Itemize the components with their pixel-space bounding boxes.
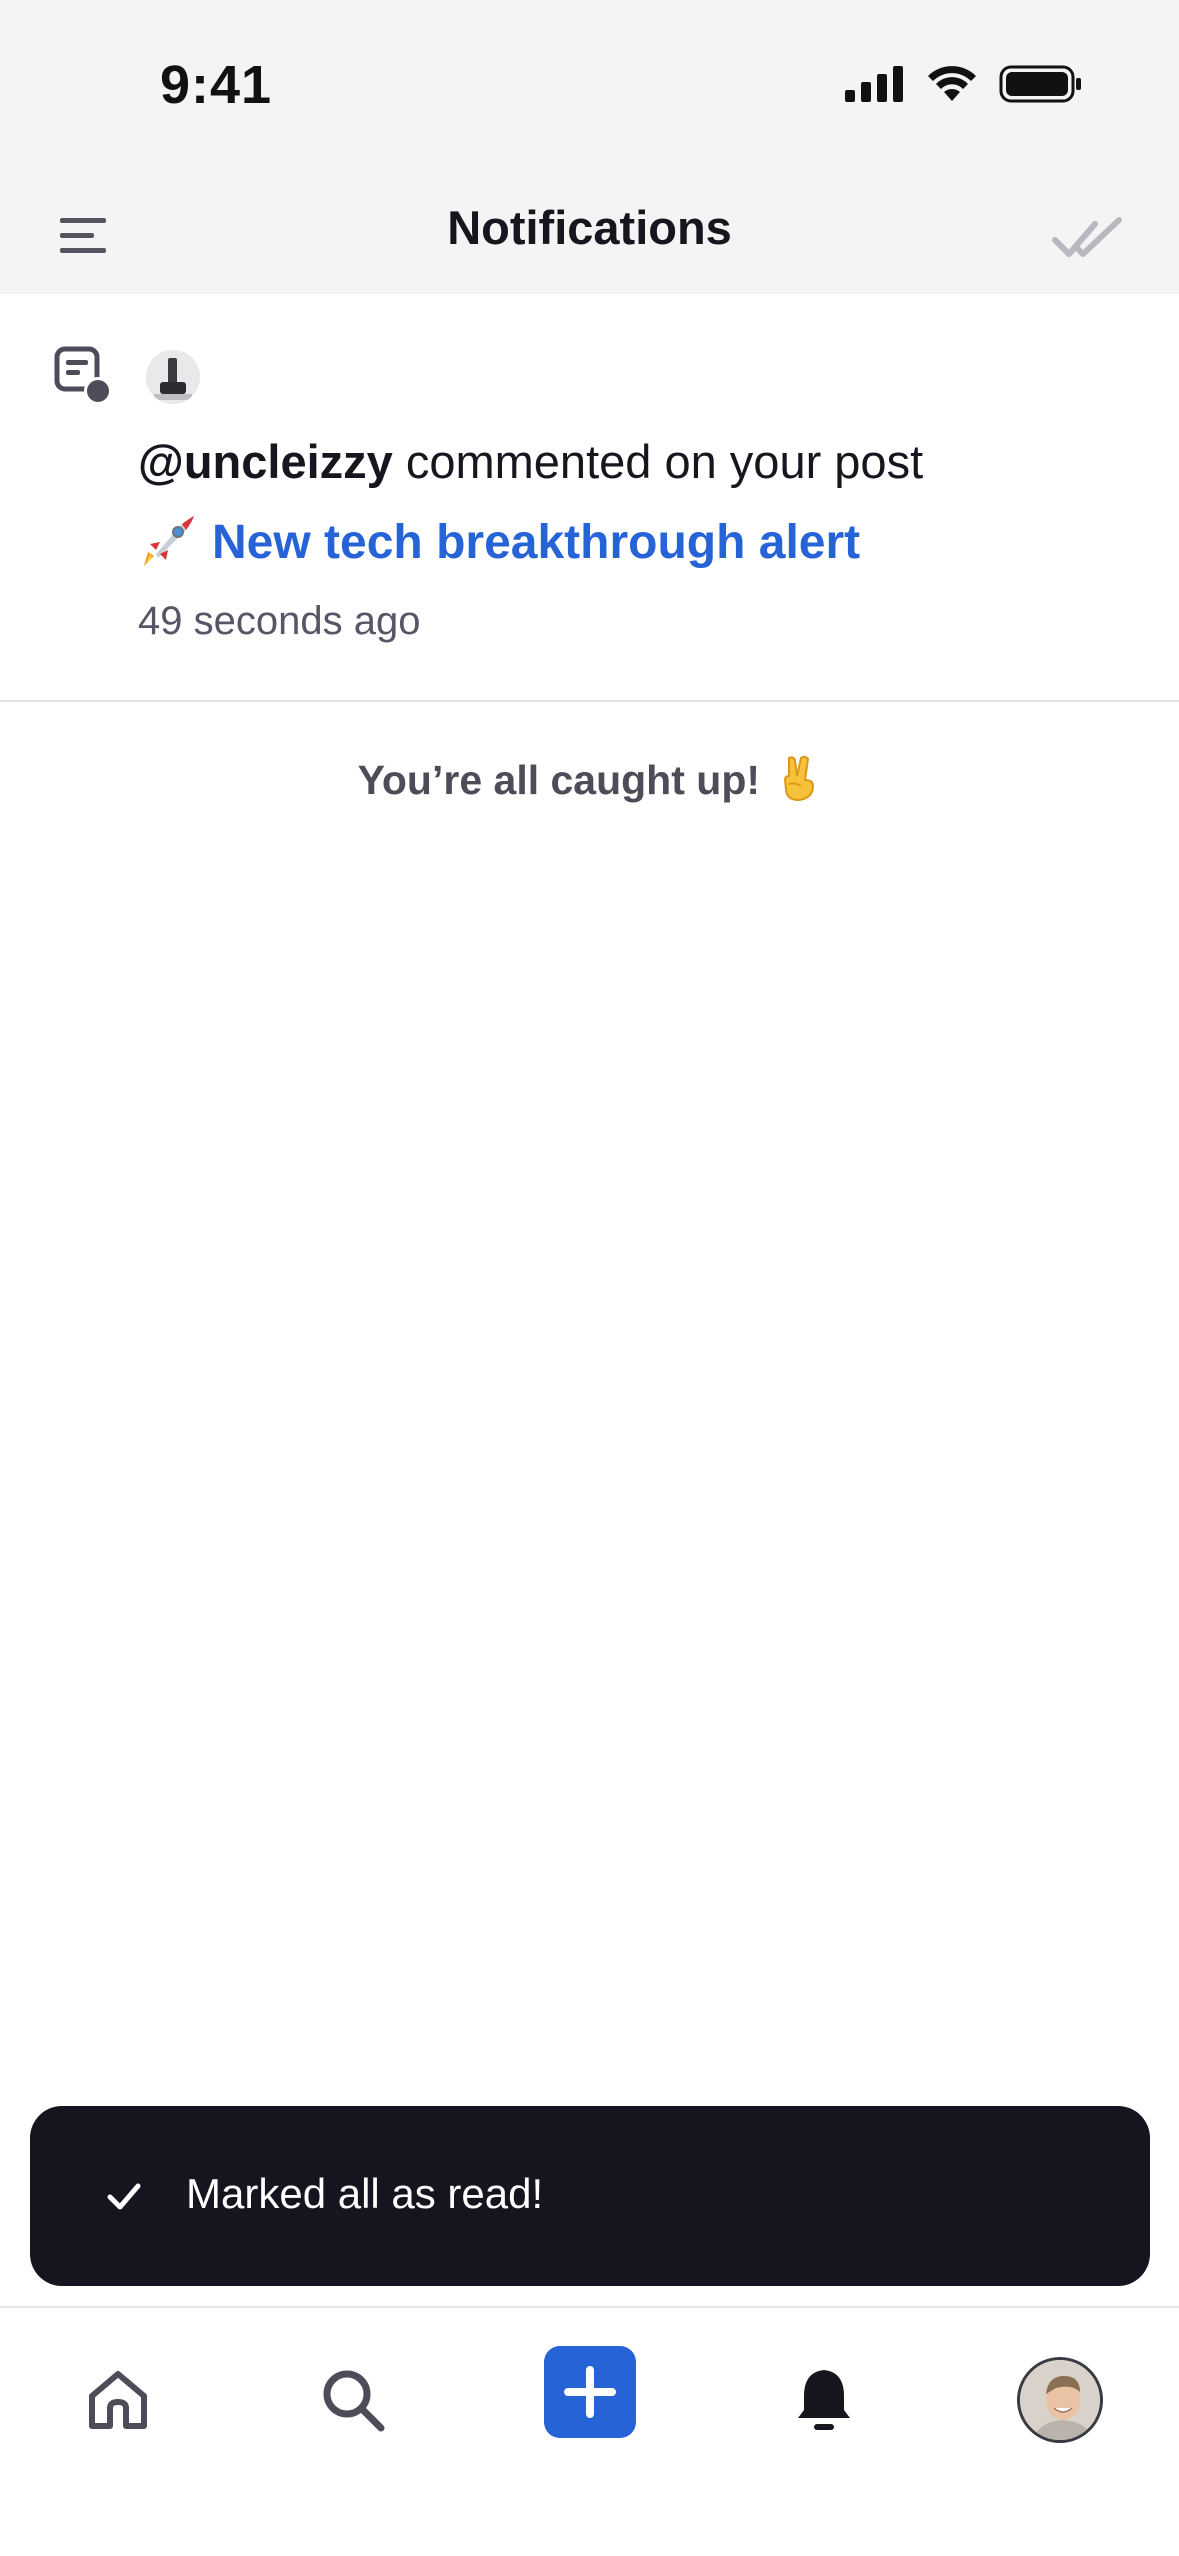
wifi-icon (928, 66, 976, 101)
tab-bar (0, 2306, 1179, 2556)
search-icon (323, 2370, 385, 2432)
check-icon (107, 2183, 141, 2210)
tab-home[interactable] (68, 2350, 168, 2450)
toast: Marked all as read! (30, 2106, 1150, 2286)
notification-action: commented on your post (392, 435, 924, 488)
page-title: Notifications (447, 201, 732, 254)
victory-hand-emoji (784, 755, 815, 802)
post-title[interactable]: New tech breakthrough alert (212, 515, 860, 570)
comment-icon (54, 346, 114, 406)
notification-item[interactable]: @uncleizzy commented on your post New te… (0, 294, 1179, 702)
battery-icon (999, 65, 1081, 103)
create-post-button[interactable] (544, 2346, 636, 2438)
notification-message: @uncleizzy commented on your post (138, 434, 923, 489)
signal-icon (845, 66, 903, 102)
header: Notifications (0, 180, 1179, 294)
bell-icon (798, 2370, 850, 2430)
tab-search[interactable] (303, 2350, 403, 2450)
avatar[interactable] (146, 350, 200, 404)
tab-profile[interactable] (1010, 2350, 1110, 2450)
notification-timestamp: 49 seconds ago (138, 599, 421, 643)
mark-all-read-button[interactable] (1051, 210, 1125, 264)
rocket-emoji (144, 516, 194, 566)
home-icon (89, 2371, 147, 2429)
tab-notifications[interactable] (774, 2350, 874, 2450)
status-icons (845, 64, 1083, 104)
double-check-icon (1052, 217, 1122, 257)
profile-avatar (1017, 2357, 1103, 2443)
empty-state: You’re all caught up! (0, 754, 1179, 804)
plus-icon (564, 2366, 616, 2418)
status-bar: 9:41 (0, 0, 1179, 180)
status-time: 9:41 (160, 55, 273, 115)
notification-username[interactable]: @uncleizzy (138, 435, 393, 488)
toast-message: Marked all as read! (186, 2170, 544, 2217)
post-link[interactable]: New tech breakthrough alert (138, 512, 860, 572)
empty-state-message: You’re all caught up! (357, 757, 761, 803)
